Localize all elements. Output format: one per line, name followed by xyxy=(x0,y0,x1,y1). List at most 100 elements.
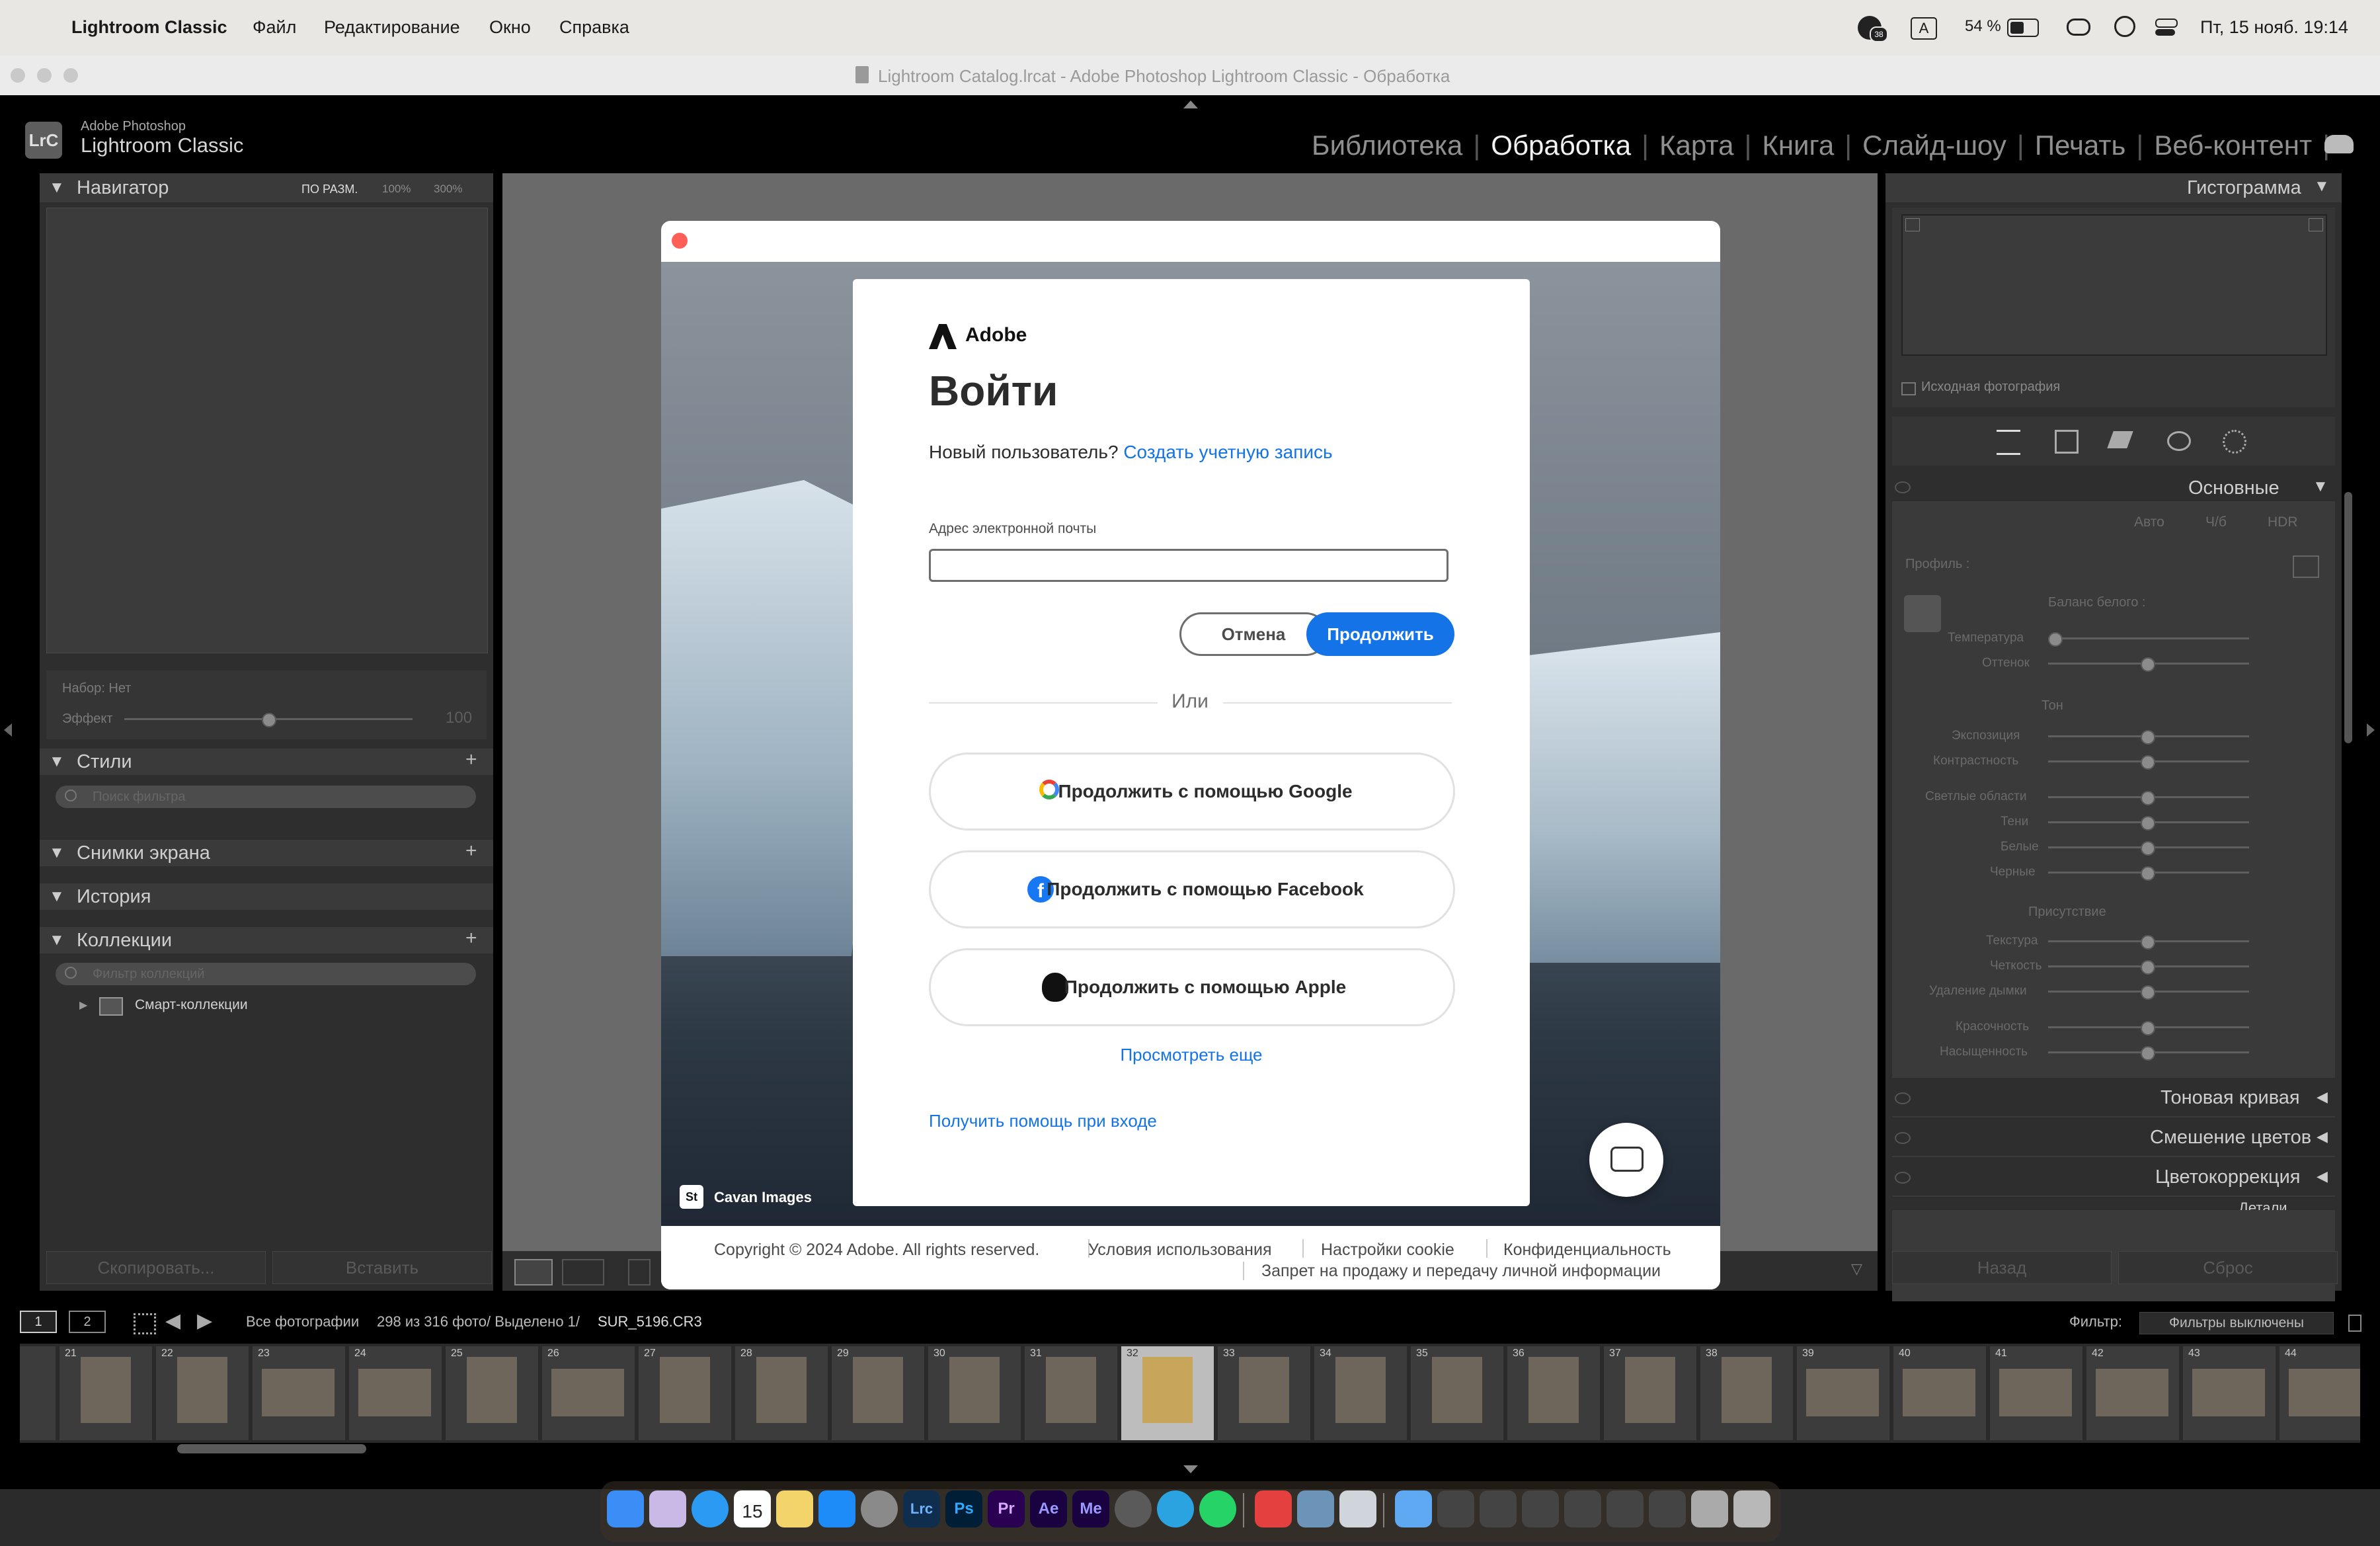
photo-thumbnail[interactable] xyxy=(1046,1357,1096,1423)
tone-curve-header[interactable]: Тоновая кривая ◀ xyxy=(1885,1078,2342,1116)
cancel-button[interactable]: Отмена xyxy=(1179,612,1328,656)
filmstrip-cell[interactable]: 40 xyxy=(1893,1346,1986,1440)
history-header[interactable]: ▼ История xyxy=(40,883,493,910)
filmstrip-cell[interactable]: 29 xyxy=(832,1346,924,1440)
contrast-knob[interactable] xyxy=(2141,755,2155,770)
eye-toggle-icon[interactable] xyxy=(1895,481,1911,493)
filmstrip-cell[interactable]: 28 xyxy=(735,1346,828,1440)
blacks-knob[interactable] xyxy=(2141,866,2155,881)
filmstrip-cell[interactable]: 42 xyxy=(2086,1346,2179,1440)
photo-thumbnail[interactable] xyxy=(467,1357,517,1423)
minimize-window-button[interactable] xyxy=(37,68,52,83)
photo-thumbnail[interactable] xyxy=(1239,1357,1289,1423)
styles-search-input[interactable]: Поиск фильтра xyxy=(56,786,476,808)
vibrance-knob[interactable] xyxy=(2141,1021,2155,1036)
filmstrip-cell[interactable]: 25 xyxy=(446,1346,538,1440)
filmstrip-cell[interactable]: 43 xyxy=(2183,1346,2276,1440)
after-effects-icon[interactable]: Ae xyxy=(1030,1490,1067,1527)
photo-thumbnail[interactable] xyxy=(81,1357,131,1423)
add-style-icon[interactable]: + xyxy=(465,749,477,771)
texture-knob[interactable] xyxy=(2141,935,2155,950)
module-library[interactable]: Библиотека xyxy=(1312,130,1462,161)
cloud-sync-icon[interactable] xyxy=(2324,135,2354,153)
photo-thumbnail[interactable] xyxy=(2289,1369,2360,1416)
masking-icon[interactable] xyxy=(2223,430,2246,454)
primary-window-button[interactable]: 1 xyxy=(20,1311,57,1333)
davinci-resolve-icon[interactable] xyxy=(1115,1490,1152,1527)
module-slideshow[interactable]: Слайд-шоу xyxy=(1862,130,2006,161)
photo-thumbnail[interactable] xyxy=(1142,1357,1193,1423)
menu-help[interactable]: Справка xyxy=(559,17,629,38)
filmstrip-filename[interactable]: SUR_5196.CR3 xyxy=(598,1313,702,1330)
temperature-slider[interactable] xyxy=(2048,637,2249,639)
google-signin-button[interactable]: Продолжить с помощью Google xyxy=(929,753,1455,831)
previous-button[interactable]: Назад xyxy=(1892,1251,2112,1284)
basic-header[interactable]: Основные ▼ xyxy=(1892,475,2335,501)
photo-thumbnail[interactable] xyxy=(1722,1357,1772,1423)
navigator-preview[interactable] xyxy=(46,208,488,653)
launchpad-icon[interactable] xyxy=(649,1490,686,1527)
filmstrip-cell[interactable]: 35 xyxy=(1411,1346,1503,1440)
photo-thumbnail[interactable] xyxy=(262,1369,335,1416)
wb-label[interactable]: Баланс белого : xyxy=(2048,595,2145,610)
finder-icon[interactable] xyxy=(607,1490,644,1527)
photo-thumbnail[interactable] xyxy=(358,1369,431,1416)
yy-view-icon[interactable] xyxy=(628,1259,651,1285)
histogram-header[interactable]: Гистограмма ▼ xyxy=(1885,173,2342,202)
add-collection-icon[interactable]: + xyxy=(465,927,477,950)
window-thumbnail-1[interactable] xyxy=(1437,1490,1474,1527)
photo-thumbnail[interactable] xyxy=(1625,1357,1675,1423)
menu-edit[interactable]: Редактирование xyxy=(324,17,460,38)
module-web[interactable]: Веб-контент xyxy=(2154,130,2312,161)
app-icon-red[interactable] xyxy=(1255,1490,1292,1527)
premiere-icon[interactable]: Pr xyxy=(988,1490,1025,1527)
module-print[interactable]: Печать xyxy=(2035,130,2126,161)
histogram-graph[interactable] xyxy=(1901,214,2327,356)
input-source-icon[interactable]: A xyxy=(1911,17,1937,40)
photo-thumbnail[interactable] xyxy=(1903,1369,1975,1416)
smart-collections-item[interactable]: ▶ Смарт-коллекции xyxy=(79,995,476,1017)
chat-button[interactable] xyxy=(1589,1123,1663,1197)
snapshots-header[interactable]: ▼ Снимки экрана + xyxy=(40,840,493,866)
photo-thumbnail[interactable] xyxy=(660,1357,710,1423)
control-center-icon[interactable] xyxy=(2155,17,2178,37)
collapse-bottom-panel-icon[interactable] xyxy=(1183,1465,1198,1473)
lightroom-classic-icon[interactable]: Lrc xyxy=(903,1490,940,1527)
filmstrip-cell[interactable] xyxy=(20,1346,56,1440)
photo-thumbnail[interactable] xyxy=(177,1357,227,1423)
highlights-knob[interactable] xyxy=(2141,791,2155,805)
photo-thumbnail[interactable] xyxy=(1528,1357,1579,1423)
photo-thumbnail[interactable] xyxy=(1335,1357,1386,1423)
bw-button[interactable]: Ч/б xyxy=(2205,514,2227,530)
collapse-left-panel-icon[interactable] xyxy=(4,723,12,737)
filmstrip-cell[interactable]: 37 xyxy=(1604,1346,1696,1440)
photoshop-icon[interactable]: Ps xyxy=(945,1490,982,1527)
downloads-folder-icon[interactable] xyxy=(1395,1490,1432,1527)
collapse-right-panel-icon[interactable] xyxy=(2367,723,2375,737)
photo-thumbnail[interactable] xyxy=(1432,1357,1482,1423)
zoom-100[interactable]: 100% xyxy=(382,183,411,196)
app-icon-gray[interactable] xyxy=(1339,1490,1376,1527)
grid-view-icon[interactable] xyxy=(134,1313,156,1334)
privacy-link[interactable]: Конфиденциальность xyxy=(1503,1241,1671,1260)
filmstrip-cell[interactable]: 31 xyxy=(1025,1346,1117,1440)
system-settings-icon[interactable] xyxy=(861,1490,898,1527)
battery-icon[interactable] xyxy=(2007,19,2039,37)
exposure-knob[interactable] xyxy=(2141,730,2155,745)
loupe-view-icon[interactable] xyxy=(514,1259,553,1285)
facebook-signin-button[interactable]: f Продолжить с помощью Facebook xyxy=(929,850,1455,928)
zoom-300[interactable]: 300% xyxy=(434,183,462,196)
filmstrip-cell[interactable]: 38 xyxy=(1700,1346,1793,1440)
spotlight-search-icon[interactable] xyxy=(2114,16,2135,37)
collapse-top-panel-icon[interactable] xyxy=(1183,101,1198,108)
filter-dropdown[interactable]: Фильтры выключены xyxy=(2139,1312,2334,1334)
dehaze-knob[interactable] xyxy=(2141,985,2155,1000)
styles-header[interactable]: ▼ Стили + xyxy=(40,749,493,775)
reset-button[interactable]: Сброс xyxy=(2118,1251,2338,1284)
photo-thumbnail[interactable] xyxy=(853,1357,903,1423)
forward-arrow-icon[interactable]: ▶ xyxy=(197,1309,212,1332)
filmstrip-cell[interactable]: 44 xyxy=(2280,1346,2360,1440)
hdr-button[interactable]: HDR xyxy=(2268,514,2298,530)
apple-signin-button[interactable]: Продолжить с помощью Apple xyxy=(929,948,1455,1026)
trash-icon[interactable] xyxy=(1733,1490,1770,1527)
